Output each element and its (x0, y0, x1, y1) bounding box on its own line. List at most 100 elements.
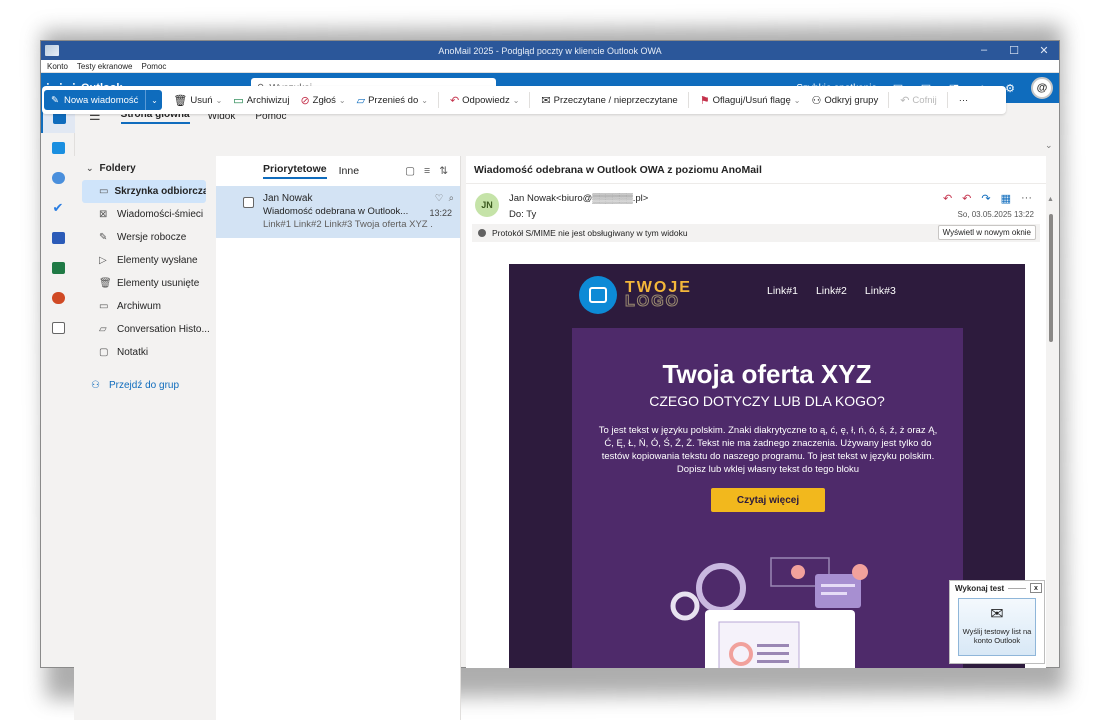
folder-label: Wersje robocze (117, 232, 187, 243)
message-actions: ↶ ↶ ↷ ▦ ··· (943, 192, 1032, 205)
offer-subtitle: CZEGO DOTYCZY LUB DLA KOGO? (649, 393, 885, 409)
discover-groups-button[interactable]: ⚇ Odkryj grupy (811, 94, 878, 107)
discover-groups-label: Odkryj grupy (824, 94, 879, 106)
rail-calendar[interactable] (41, 133, 75, 163)
menu-screen-tests[interactable]: Testy ekranowe (77, 62, 133, 71)
menu-account[interactable]: Konto (47, 62, 68, 71)
draft-icon: ✎ (99, 232, 108, 243)
note-icon: ▢ (99, 347, 109, 358)
logo-icon (579, 276, 617, 314)
more-label: ··· (958, 94, 969, 106)
folders-header[interactable]: ⌄ Foldery (74, 156, 216, 180)
report-button[interactable]: ⊘ Zgłoś ⌄ (300, 94, 345, 107)
reply-icon[interactable]: ↶ (943, 192, 952, 205)
rail-people[interactable] (41, 163, 75, 193)
message-subject: Wiadomość odebrana w Outlook... (263, 206, 409, 217)
archive-icon: ▭ (233, 94, 244, 107)
message-time: 13:22 (429, 208, 452, 218)
ribbon-expand-icon[interactable]: ⌄ (1045, 140, 1053, 151)
archive-button[interactable]: ▭ Archiwizuj (233, 94, 289, 107)
ribbon-divider (888, 92, 890, 108)
read-unread-button[interactable]: ✉ Przeczytane / nieprzeczytane (541, 94, 677, 107)
menu-help[interactable]: Pomoc (142, 62, 167, 71)
reply-label: Odpowiedz (462, 94, 510, 106)
message-preview: Link#1 Link#2 Link#3 Twoja oferta XYZ ..… (263, 219, 433, 230)
trash-icon: 🗑 (173, 94, 188, 107)
tab-focused[interactable]: Priorytetowe (263, 163, 327, 179)
sender-avatar[interactable]: JN (475, 193, 499, 217)
forward-icon[interactable]: ↷ (981, 192, 990, 205)
undo-icon: ↶ (900, 94, 910, 107)
rail-more-apps[interactable] (41, 313, 75, 343)
logo-text: TWOJE LOGO (625, 279, 692, 311)
folder-conversation-history[interactable]: ▱ Conversation Histo... (74, 318, 216, 341)
immersive-reader-icon[interactable]: ▦ (1001, 192, 1011, 205)
chevron-down-icon: ⌄ (793, 95, 801, 105)
select-icon[interactable]: ▢ (405, 165, 415, 177)
excel-icon (51, 262, 65, 274)
message-list-tabs: Priorytetowe Inne ▢ ≡ ⇅ (216, 156, 460, 186)
ribbon-divider (437, 92, 439, 108)
filter-icon[interactable]: ≡ (424, 165, 430, 177)
folder-sent[interactable]: ▷ Elementy wysłane (74, 249, 216, 272)
trash-icon: 🗑 (99, 278, 112, 289)
send-test-button[interactable]: ✉ Wyślij testowy list na konto Outlook (958, 598, 1036, 656)
tab-other[interactable]: Inne (339, 165, 359, 177)
newsletter-link-3[interactable]: Link#3 (865, 285, 896, 297)
more-actions-button[interactable]: ··· (959, 95, 969, 106)
test-panel-close-button[interactable]: x (1030, 583, 1042, 593)
go-to-groups-link[interactable]: ⚇ Przejdź do grup (74, 374, 216, 397)
rail-powerpoint[interactable] (41, 283, 75, 313)
sender-name[interactable]: Jan Nowak<biuro@▒▒▒▒▒▒.pl> (509, 193, 648, 204)
reply-all-icon[interactable]: ↶ (962, 192, 971, 205)
folder-archive[interactable]: ▭ Archiwum (74, 295, 216, 318)
chevron-down-icon: ⌄ (86, 162, 94, 173)
undo-label: Cofnij (912, 94, 937, 106)
account-avatar[interactable]: @ (1031, 77, 1053, 99)
new-mail-dropdown[interactable]: ⌄ (145, 90, 163, 110)
scroll-thumb[interactable] (1049, 214, 1053, 342)
test-panel-header: Wykonaj test x (950, 581, 1044, 595)
powerpoint-icon (51, 292, 65, 304)
folder-drafts[interactable]: ✎ Wersje robocze (74, 226, 216, 249)
newsletter-link-1[interactable]: Link#1 (767, 285, 798, 297)
go-to-groups-label: Przejdź do grup (109, 380, 180, 391)
test-panel: Wykonaj test x ✉ Wyślij testowy list na … (949, 580, 1045, 664)
delete-button[interactable]: 🗑 Usuń ⌄ (173, 94, 222, 107)
sort-icon[interactable]: ⇅ (439, 165, 448, 177)
test-panel-divider (1008, 587, 1026, 589)
newsletter-link-2[interactable]: Link#2 (816, 285, 847, 297)
flag-button[interactable]: ⚑ Oflaguj/Usuń flagę ⌄ (700, 94, 801, 107)
message-checkbox[interactable] (243, 197, 254, 208)
ribbon-divider (687, 92, 689, 108)
newsletter-links: Link#1 Link#2 Link#3 (767, 285, 896, 297)
open-new-window-button[interactable]: Wyświetl w nowym oknie (937, 225, 1036, 240)
scroll-up-icon[interactable]: ▲ (1047, 196, 1054, 203)
more-icon[interactable]: ··· (1021, 192, 1032, 205)
chevron-down-icon: ⌄ (215, 95, 223, 105)
folder-junk[interactable]: ⊠ Wiadomości-śmieci (74, 203, 216, 226)
folder-label: Notatki (117, 347, 149, 358)
folder-deleted[interactable]: 🗑 Elementy usunięte (74, 272, 216, 295)
folder-inbox[interactable]: ▭ Skrzynka odbiorcza (82, 180, 206, 203)
new-mail-button[interactable]: ✎ Nowa wiadomość (44, 90, 146, 110)
recipient-line: Do: Ty (509, 209, 537, 220)
test-panel-title: Wykonaj test (955, 583, 1005, 593)
newsletter-logo[interactable]: TWOJE LOGO (579, 276, 692, 314)
move-to-button[interactable]: ▱ Przenieś do ⌄ (357, 94, 428, 107)
move-folder-icon: ▱ (356, 94, 366, 107)
rail-todo[interactable]: ✔ (41, 193, 75, 223)
list-item[interactable]: Jan Nowak Wiadomość odebrana w Outlook..… (216, 186, 460, 238)
reply-icon: ↶ (449, 94, 460, 107)
read-more-button[interactable]: Czytaj więcej (711, 488, 825, 512)
undo-button[interactable]: ↶ Cofnij (900, 94, 937, 107)
reply-button[interactable]: ↶ Odpowiedz ⌄ (450, 94, 519, 107)
rail-excel[interactable] (41, 253, 75, 283)
pin-icon[interactable]: ♡ (435, 193, 444, 204)
rail-word[interactable] (41, 223, 75, 253)
folder-notes[interactable]: ▢ Notatki (74, 341, 216, 364)
folder-label: Elementy wysłane (117, 255, 198, 266)
email-subject: Wiadomość odebrana w Outlook OWA z pozio… (466, 156, 1046, 184)
reading-scrollbar[interactable]: ▲ (1047, 196, 1055, 668)
compose-icon: ✎ (51, 94, 59, 106)
